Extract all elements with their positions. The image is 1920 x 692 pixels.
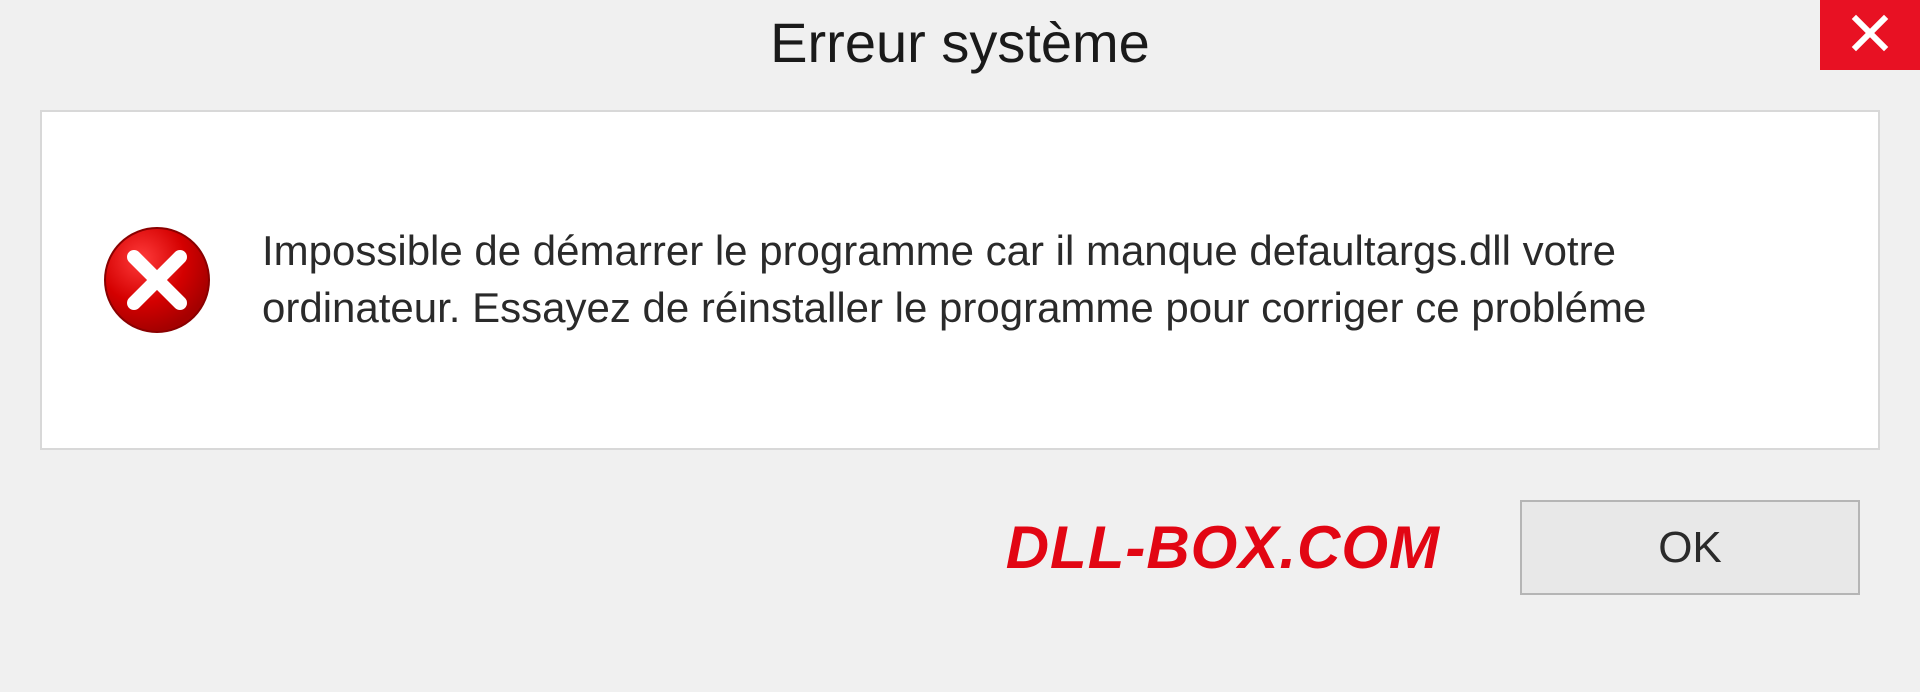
dialog-title: Erreur système	[770, 10, 1150, 75]
error-message: Impossible de démarrer le programme car …	[262, 223, 1818, 336]
content-panel: Impossible de démarrer le programme car …	[40, 110, 1880, 450]
close-icon	[1850, 13, 1890, 58]
error-icon	[102, 225, 212, 335]
watermark-text: DLL-BOX.COM	[1006, 513, 1440, 582]
titlebar: Erreur système	[0, 0, 1920, 100]
ok-button[interactable]: OK	[1520, 500, 1860, 595]
dialog-footer: DLL-BOX.COM OK	[0, 480, 1920, 615]
error-dialog: Erreur système	[0, 0, 1920, 692]
close-button[interactable]	[1820, 0, 1920, 70]
